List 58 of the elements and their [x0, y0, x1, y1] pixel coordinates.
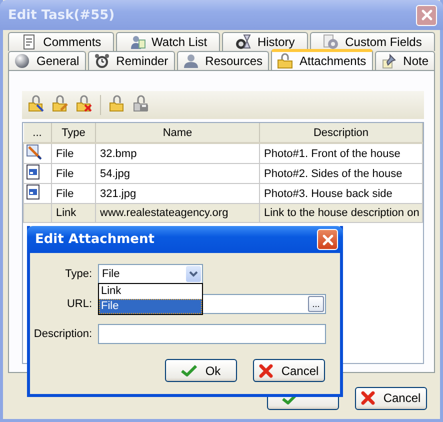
- tab[interactable]: Attachments: [271, 49, 373, 70]
- column-header[interactable]: Description: [260, 123, 422, 143]
- lock-folder-wand-icon[interactable]: [28, 95, 44, 112]
- alarm-clock-icon: [94, 53, 110, 69]
- document-icon: [21, 34, 38, 50]
- tab[interactable]: Custom Fields: [310, 32, 435, 51]
- check-icon: [181, 364, 198, 377]
- paint-picture-icon: [26, 144, 42, 160]
- picture-file-icon: [26, 164, 40, 180]
- dialog-title: Edit Attachment: [35, 232, 154, 247]
- field-label: Description:: [32, 328, 92, 340]
- close-button[interactable]: [416, 4, 437, 26]
- column-header[interactable]: Name: [96, 123, 260, 143]
- cross-icon: [361, 391, 376, 405]
- tab[interactable]: General: [8, 51, 86, 70]
- table-cell: Link: [52, 204, 96, 222]
- column-header[interactable]: ...: [24, 123, 52, 143]
- lock-folder-icon[interactable]: [109, 95, 125, 112]
- tab[interactable]: Resources: [176, 51, 269, 70]
- tab[interactable]: History: [222, 32, 308, 51]
- table-cell: 32.bmp: [96, 143, 260, 164]
- window-title: Edit Task(#55): [8, 8, 115, 22]
- table-cell: 54.jpg: [96, 164, 260, 184]
- people-icon: [130, 34, 146, 50]
- browse-button[interactable]: ...: [308, 296, 324, 312]
- close-button[interactable]: [317, 229, 338, 250]
- lock-folder-icon: [277, 53, 294, 69]
- tab[interactable]: Reminder: [88, 51, 175, 70]
- person-icon: [183, 53, 200, 69]
- lock-folder-pencil-icon[interactable]: [52, 95, 68, 112]
- table-cell: File: [52, 164, 96, 184]
- column-header[interactable]: Type: [52, 123, 96, 143]
- cancel-button[interactable]: Cancel: [253, 359, 325, 382]
- pushpin-icon: [381, 53, 398, 69]
- sphere-icon: [14, 53, 30, 69]
- gear-icon: [323, 34, 340, 50]
- description-field[interactable]: [98, 324, 326, 344]
- close-icon: [420, 9, 432, 21]
- table-cell: Link to the house description on: [260, 204, 422, 222]
- hourglass-icon: [235, 34, 252, 50]
- tab[interactable]: Watch List: [116, 32, 220, 51]
- table-cell: Photo#1. Front of the house: [260, 143, 422, 164]
- table-cell: www.realestateagency.org: [96, 204, 260, 222]
- picture-file-icon: [26, 184, 40, 200]
- field-label: URL:: [66, 298, 92, 310]
- dropdown-option[interactable]: File: [99, 299, 202, 314]
- close-icon: [322, 234, 334, 246]
- type-dropdown[interactable]: File: [98, 264, 203, 284]
- lock-folder-cross-icon[interactable]: [76, 95, 92, 112]
- cross-icon: [259, 364, 274, 378]
- chevron-down-icon: [189, 271, 198, 277]
- tab[interactable]: Comments: [8, 32, 114, 51]
- ok-button[interactable]: Ok: [165, 359, 237, 382]
- cancel-button[interactable]: Cancel: [355, 386, 427, 410]
- field-label: Type:: [64, 268, 92, 280]
- table-cell: File: [52, 143, 96, 164]
- tab[interactable]: Note: [374, 51, 435, 70]
- table-cell: Photo#2. Sides of the house: [260, 164, 422, 184]
